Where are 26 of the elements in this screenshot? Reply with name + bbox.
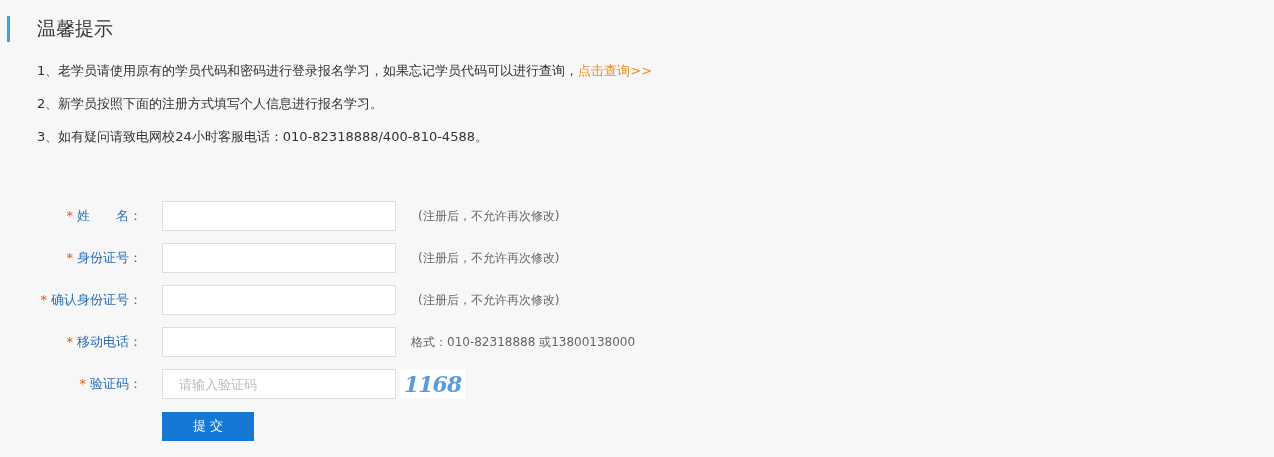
field-label: 姓 名： — [77, 208, 142, 223]
input-field[interactable] — [162, 201, 396, 231]
required-mark: * — [79, 376, 86, 391]
captcha-image[interactable]: 1168 — [400, 369, 466, 399]
field-hint: (注册后，不允许再次修改) — [418, 207, 560, 225]
field-hint: 格式：010-82318888 或13800138000 — [411, 333, 636, 351]
required-mark: * — [66, 334, 73, 349]
field-label: 身份证号： — [77, 250, 142, 265]
notice-text: 3、如有疑问请致电网校24小时客服电话：010-82318888/400-810-4588。 — [37, 128, 489, 146]
field-hint: (注册后，不允许再次修改) — [418, 249, 560, 267]
captcha-field[interactable]: 请输入验证码 — [162, 369, 396, 399]
required-mark: * — [40, 292, 47, 307]
field-label: 确认身份证号： — [51, 292, 142, 307]
field-label: 移动电话： — [77, 334, 142, 349]
section-title: 温馨提示 — [37, 16, 113, 41]
notice-text: 1、老学员请使用原有的学员代码和密码进行登录报名学习，如果忘记学员代码可以进行查询，点击查询>> — [37, 62, 654, 80]
field-label: 验证码： — [90, 376, 142, 391]
notice-text: 2、新学员按照下面的注册方式填写个人信息进行报名学习。 — [37, 95, 385, 113]
input-field[interactable] — [162, 327, 396, 357]
query-link[interactable]: 点击查询>> — [578, 63, 653, 78]
field-hint: (注册后，不允许再次修改) — [418, 291, 560, 309]
input-field[interactable] — [162, 243, 396, 273]
required-mark: * — [66, 250, 73, 265]
input-field[interactable] — [162, 285, 396, 315]
submit-button[interactable]: 提 交 — [162, 411, 254, 441]
required-mark: * — [66, 208, 73, 223]
